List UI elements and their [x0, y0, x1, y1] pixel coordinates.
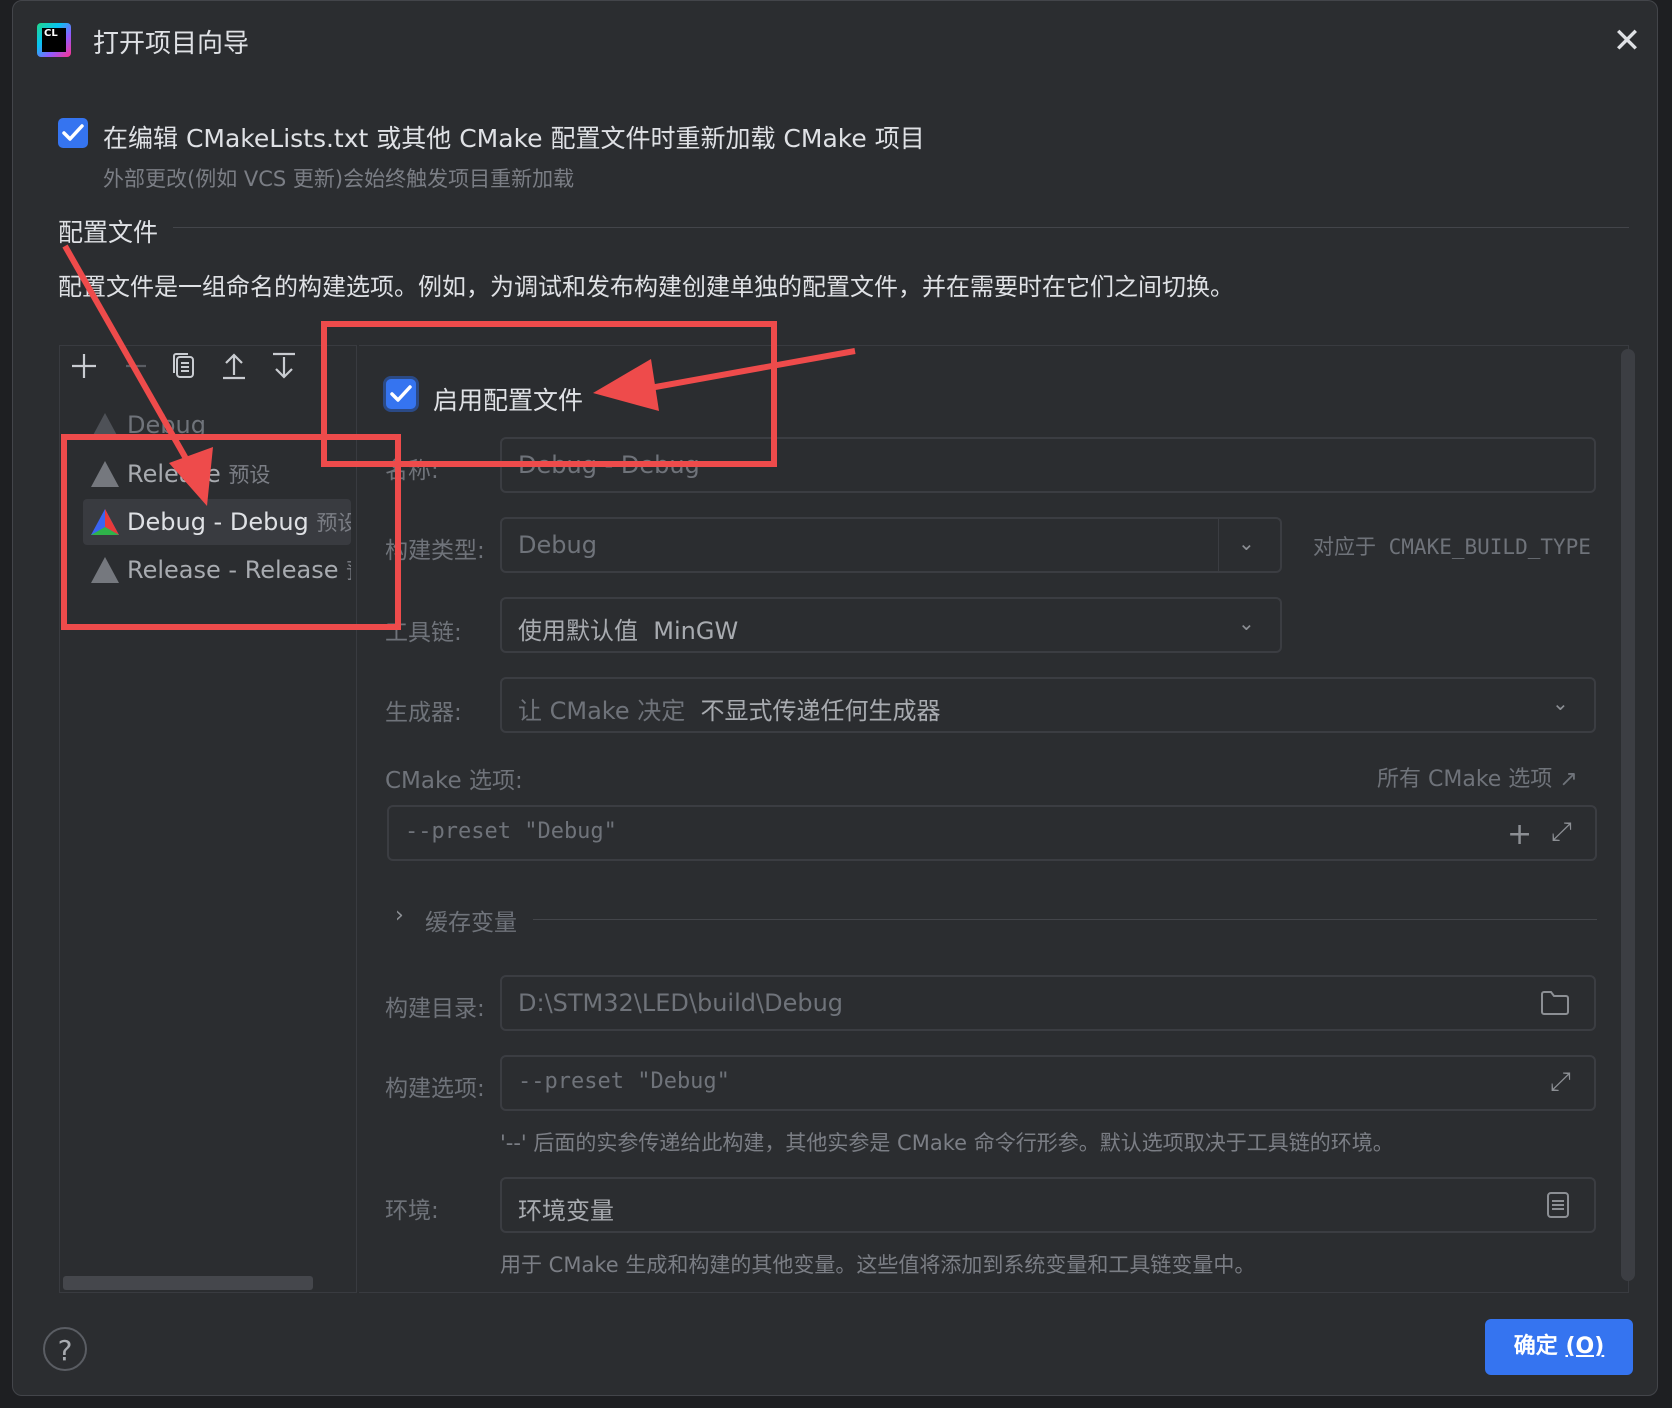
cmake-options-value: --preset "Debug" — [405, 819, 617, 844]
build-dir-label: 构建目录: — [385, 996, 485, 1022]
build-options-field[interactable]: --preset "Debug" ⤢ — [500, 1055, 1596, 1111]
build-options-hint: '--' 后面的实参传递给此构建，其他实参是 CMake 命令行形参。默认选项取… — [500, 1131, 1394, 1155]
build-dir-value: D:\STM32\LED\build\Debug — [518, 989, 844, 1017]
add-icon[interactable]: + — [1507, 817, 1532, 852]
ok-button[interactable]: 确定 (O) — [1485, 1319, 1633, 1375]
build-options-label: 构建选项: — [385, 1076, 485, 1102]
edit-list-icon[interactable] — [1546, 1191, 1570, 1219]
environment-field[interactable]: 环境变量 — [500, 1177, 1596, 1233]
cmake-options-field[interactable]: --preset "Debug" + ⤢ — [387, 805, 1597, 861]
build-options-value: --preset "Debug" — [518, 1069, 730, 1094]
environment-value: 环境变量 — [518, 1197, 614, 1225]
folder-icon[interactable] — [1540, 990, 1570, 1016]
annotation-arrows — [62, 244, 856, 506]
all-cmake-options-link[interactable]: 所有 CMake 选项 ↗ — [1377, 761, 1578, 793]
external-link-icon: ↗ — [1559, 767, 1578, 792]
cache-variables-toggle[interactable]: 缓存变量 — [425, 903, 517, 937]
annotation-arrowhead — [593, 359, 659, 411]
list-horizontal-scrollbar[interactable] — [63, 1276, 313, 1290]
annotation-arrowhead — [169, 447, 213, 506]
expand-icon[interactable]: ⤢ — [1550, 1067, 1571, 1098]
cache-separator — [533, 919, 1597, 920]
help-button[interactable]: ? — [43, 1327, 87, 1371]
expand-icon[interactable]: ⤢ — [1551, 817, 1572, 848]
build-dir-field[interactable]: D:\STM32\LED\build\Debug — [500, 975, 1596, 1031]
generator-detail: 不显式传递任何生成器 — [700, 697, 941, 725]
open-project-wizard-dialog: CL 打开项目向导 ✕ 在编辑 CMakeLists.txt 或其他 CMake… — [12, 0, 1658, 1396]
environment-hint: 用于 CMake 生成和构建的其他变量。这些值将添加到系统变量和工具链变量中。 — [500, 1253, 1256, 1277]
cmake-options-label: CMake 选项: — [385, 768, 523, 794]
environment-label: 环境: — [385, 1198, 439, 1224]
chevron-right-icon[interactable]: › — [395, 903, 404, 928]
